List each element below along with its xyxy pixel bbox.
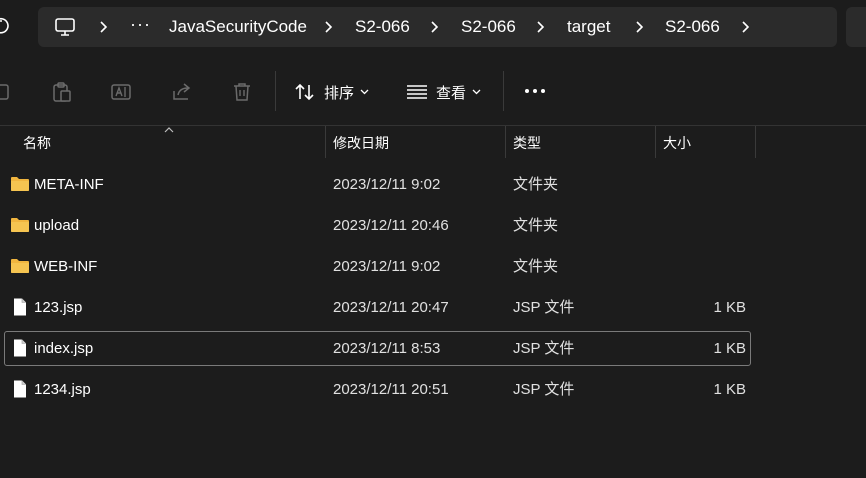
chevron-right-icon[interactable] [632, 20, 646, 34]
file-row[interactable]: META-INF 2023/12/11 9:02 文件夹 [4, 167, 751, 202]
column-header-modified[interactable]: 修改日期 [333, 126, 389, 160]
file-name: WEB-INF [34, 258, 98, 275]
folder-icon [11, 259, 29, 273]
address-bar-region: ··· JavaSecurityCode S2-066 S2-066 targe… [0, 0, 866, 57]
paste-icon[interactable] [51, 81, 73, 103]
toolbar-divider [503, 71, 504, 111]
column-resize-handle[interactable] [755, 126, 756, 158]
column-header-type[interactable]: 类型 [513, 126, 541, 160]
chevron-right-icon[interactable] [427, 20, 441, 34]
file-type: 文件夹 [513, 217, 559, 234]
file-size [656, 250, 746, 283]
file-icon [14, 339, 26, 357]
file-modified: 2023/12/11 20:51 [333, 381, 449, 398]
chevron-down-icon [472, 89, 481, 95]
view-lines-icon [407, 85, 427, 99]
folder-icon [11, 218, 29, 232]
file-type: JSP 文件 [513, 381, 575, 398]
chevron-right-icon[interactable] [738, 20, 752, 34]
view-button[interactable]: 查看 [406, 79, 489, 105]
file-row[interactable]: WEB-INF 2023/12/11 9:02 文件夹 [4, 249, 751, 284]
file-name: index.jsp [34, 340, 94, 357]
chevron-down-icon [360, 89, 369, 95]
rename-icon[interactable] [110, 81, 132, 103]
file-modified: 2023/12/11 8:53 [333, 340, 441, 357]
sort-button[interactable]: 排序 [294, 79, 377, 105]
file-name: upload [34, 217, 80, 234]
toolbar-divider [275, 71, 276, 111]
breadcrumb-s2-066-inner[interactable]: S2-066 [461, 7, 516, 47]
column-header-size[interactable]: 大小 [663, 126, 691, 160]
file-modified: 2023/12/11 20:46 [333, 217, 449, 234]
file-size: 1 KB [713, 340, 746, 357]
folder-icon [11, 177, 29, 191]
sort-ascending-icon [164, 127, 174, 133]
share-icon[interactable] [171, 81, 193, 103]
file-row[interactable]: index.jsp 2023/12/11 8:53 JSP 文件 1 KB [4, 331, 751, 366]
copy-icon[interactable] [0, 81, 14, 103]
file-size: 1 KB [713, 381, 746, 398]
file-name: META-INF [34, 176, 104, 193]
command-bar: 排序 查看 [0, 57, 866, 125]
file-row[interactable]: upload 2023/12/11 20:46 文件夹 [4, 208, 751, 243]
chevron-right-icon[interactable] [533, 20, 547, 34]
view-label: 查看 [436, 84, 467, 102]
file-size [656, 209, 746, 242]
file-row[interactable]: 1234.jsp 2023/12/11 20:51 JSP 文件 1 KB [4, 372, 751, 407]
column-header-row: 名称 修改日期 类型 大小 [0, 126, 866, 160]
breadcrumb-s2-066[interactable]: S2-066 [355, 7, 410, 47]
breadcrumb-overflow[interactable]: ··· [130, 7, 151, 47]
column-resize-handle[interactable] [655, 126, 656, 158]
file-modified: 2023/12/11 20:47 [333, 299, 449, 316]
sort-label: 排序 [324, 84, 355, 102]
file-modified: 2023/12/11 9:02 [333, 176, 441, 193]
this-pc-icon[interactable] [54, 17, 76, 37]
breadcrumb-javasecuritycode[interactable]: JavaSecurityCode [169, 7, 307, 47]
sort-icon [295, 83, 314, 101]
breadcrumb-s2-066-current[interactable]: S2-066 [665, 7, 720, 47]
file-type: 文件夹 [513, 258, 559, 275]
file-modified: 2023/12/11 9:02 [333, 258, 441, 275]
search-box-edge[interactable] [846, 7, 866, 47]
column-resize-handle[interactable] [505, 126, 506, 158]
file-icon [14, 298, 26, 316]
delete-icon[interactable] [231, 81, 253, 103]
file-type: 文件夹 [513, 176, 559, 193]
chevron-right-icon[interactable] [321, 20, 335, 34]
file-type: JSP 文件 [513, 299, 575, 316]
more-options-icon[interactable] [522, 82, 548, 100]
file-size: 1 KB [713, 299, 746, 316]
file-row[interactable]: 123.jsp 2023/12/11 20:47 JSP 文件 1 KB [4, 290, 751, 325]
address-bar[interactable]: ··· JavaSecurityCode S2-066 S2-066 targe… [38, 7, 837, 47]
refresh-icon[interactable] [0, 16, 10, 36]
chevron-right-icon[interactable] [96, 20, 110, 34]
file-icon [14, 380, 26, 398]
file-size [656, 168, 746, 201]
file-name: 123.jsp [34, 299, 83, 316]
file-name: 1234.jsp [34, 381, 91, 398]
file-type: JSP 文件 [513, 340, 575, 357]
column-resize-handle[interactable] [325, 126, 326, 158]
column-header-name[interactable]: 名称 [23, 126, 51, 160]
breadcrumb-target[interactable]: target [567, 7, 610, 47]
